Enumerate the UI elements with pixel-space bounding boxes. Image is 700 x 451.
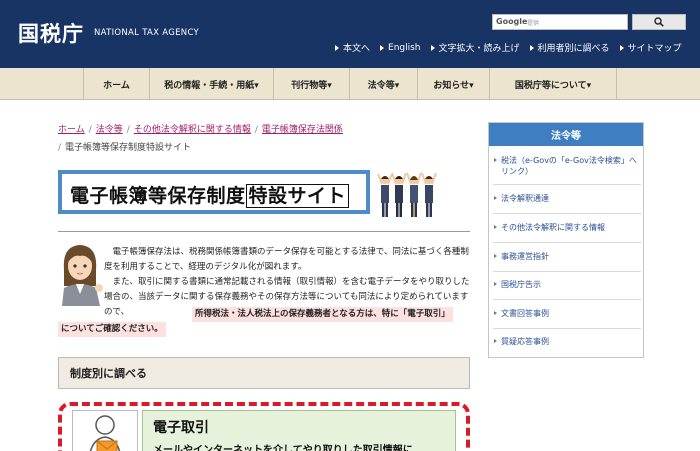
util-link-text-size[interactable]: 文字拡大・読み上げ: [430, 41, 520, 54]
sidebar-item-other-interpretation[interactable]: その他法令解釈に関する情報: [493, 222, 641, 243]
nav-item-notices[interactable]: お知らせ▾: [417, 68, 489, 100]
sidebar-item-nta-notice[interactable]: 国税庁告示: [493, 279, 641, 300]
search-provider-label: 提供: [527, 20, 540, 27]
breadcrumb-other-interpretation[interactable]: その他法令解釈に関する情報: [134, 125, 251, 135]
sidebar-item-document-answers[interactable]: 文書回答事例: [493, 308, 641, 329]
util-link-label: 文字拡大・読み上げ: [438, 44, 520, 54]
utility-links: 本文へ English 文字拡大・読み上げ 利用者別に調べる サイトマップ: [335, 41, 682, 54]
global-nav: ホーム 税の情報・手続・用紙▾ 刊行物等▾ 法令等▾ お知らせ▾ 国税庁等につい…: [0, 68, 700, 100]
util-link-sitemap[interactable]: サイトマップ: [619, 41, 682, 54]
title-divider: [58, 231, 470, 232]
triangle-right-icon: [619, 44, 624, 51]
util-link-by-user[interactable]: 利用者別に調べる: [529, 41, 610, 54]
page-title: 電子帳簿等保存制度 特設サイト: [70, 181, 350, 208]
guide-woman-illustration: [62, 245, 103, 306]
page-title-banner: 電子帳簿等保存制度 特設サイト: [58, 170, 370, 214]
breadcrumb-current: 電子帳簿等保存制度特設サイト: [65, 143, 192, 153]
util-link-label: サイトマップ: [627, 44, 682, 54]
person-mail-icon: [89, 415, 121, 451]
util-link-main[interactable]: 本文へ: [335, 41, 370, 54]
search-input[interactable]: Google 提供: [492, 14, 628, 30]
triangle-right-icon: [529, 44, 534, 51]
nav-item-home[interactable]: ホーム: [83, 68, 149, 100]
util-link-label: 利用者別に調べる: [537, 44, 610, 54]
person-icon: [421, 172, 437, 217]
person-icon: [391, 172, 407, 217]
search-google-label: Google: [496, 17, 528, 26]
sidebar-item-tax-law[interactable]: 税法（e-Govの「e-Gov法令検索」へリンク）: [493, 155, 641, 185]
nav-item-about[interactable]: 国税庁等について▾: [489, 68, 617, 100]
breadcrumb-home[interactable]: ホーム: [58, 125, 85, 135]
card-description: メールやインターネットを介してやり取りした取引情報に: [153, 445, 413, 451]
nav-item-laws[interactable]: 法令等▾: [349, 68, 417, 100]
util-link-english[interactable]: English: [380, 41, 421, 54]
notice-line-1: 所得税法・法人税法上の保存義務者となる方は、特に「電子取引」: [192, 307, 453, 322]
person-icon: [377, 173, 393, 217]
breadcrumb: ホーム / 法令等 / その他法令解釈に関する情報 / 電子帳簿保存法関係 / 電子帳簿等保存制…: [58, 125, 343, 153]
sidebar-laws: 法令等 税法（e-Govの「e-Gov法令検索」へリンク） 法令解釈通達 その他…: [488, 122, 644, 358]
person-icon: [406, 172, 422, 217]
sidebar-item-qa-cases[interactable]: 質疑応答事例: [493, 336, 641, 356]
triangle-right-icon: [380, 44, 385, 51]
intro-paragraph-1: 電子帳簿保存法は、税務関係帳簿書類のデータ保存を可能とする法律で、同法に基づく各…: [104, 247, 469, 272]
sidebar-heading: 法令等: [489, 123, 643, 146]
electronic-transaction-card-image[interactable]: [72, 410, 138, 451]
notice-line-2: についてご確認ください。: [58, 322, 166, 337]
site-logo[interactable]: 国税庁 NATIONAL TAX AGENCY: [18, 18, 199, 48]
search-icon: [654, 17, 664, 27]
sidebar-item-interpretation-notice[interactable]: 法令解釈通達: [493, 193, 641, 214]
triangle-right-icon: [430, 44, 435, 51]
triangle-right-icon: [335, 44, 339, 51]
page-title-main: 電子帳簿等保存制度: [70, 185, 246, 207]
util-link-label: 本文へ: [343, 44, 371, 54]
section-heading-by-system: 制度別に調べる: [58, 357, 470, 389]
site-header: 国税庁 NATIONAL TAX AGENCY Google 提供 本文へ En…: [0, 0, 700, 68]
breadcrumb-ebook-law[interactable]: 電子帳簿保存法関係: [262, 125, 343, 135]
brand-name-en: NATIONAL TAX AGENCY: [94, 28, 200, 38]
breadcrumb-laws[interactable]: 法令等: [96, 125, 123, 135]
search-button[interactable]: [632, 14, 686, 30]
card-title: 電子取引: [153, 420, 209, 436]
nav-item-publications[interactable]: 刊行物等▾: [273, 68, 349, 100]
cheering-people-illustration: [377, 172, 437, 217]
page-title-sub: 特設サイト: [245, 184, 350, 208]
util-link-label: English: [388, 42, 421, 53]
sidebar-item-admin-guideline[interactable]: 事務運営指針: [493, 251, 641, 272]
brand-name-jp: 国税庁: [18, 22, 84, 46]
electronic-transaction-card[interactable]: 電子取引 メールやインターネットを介してやり取りした取引情報に: [142, 410, 456, 451]
nav-item-tax-info[interactable]: 税の情報・手続・用紙▾: [149, 68, 273, 100]
